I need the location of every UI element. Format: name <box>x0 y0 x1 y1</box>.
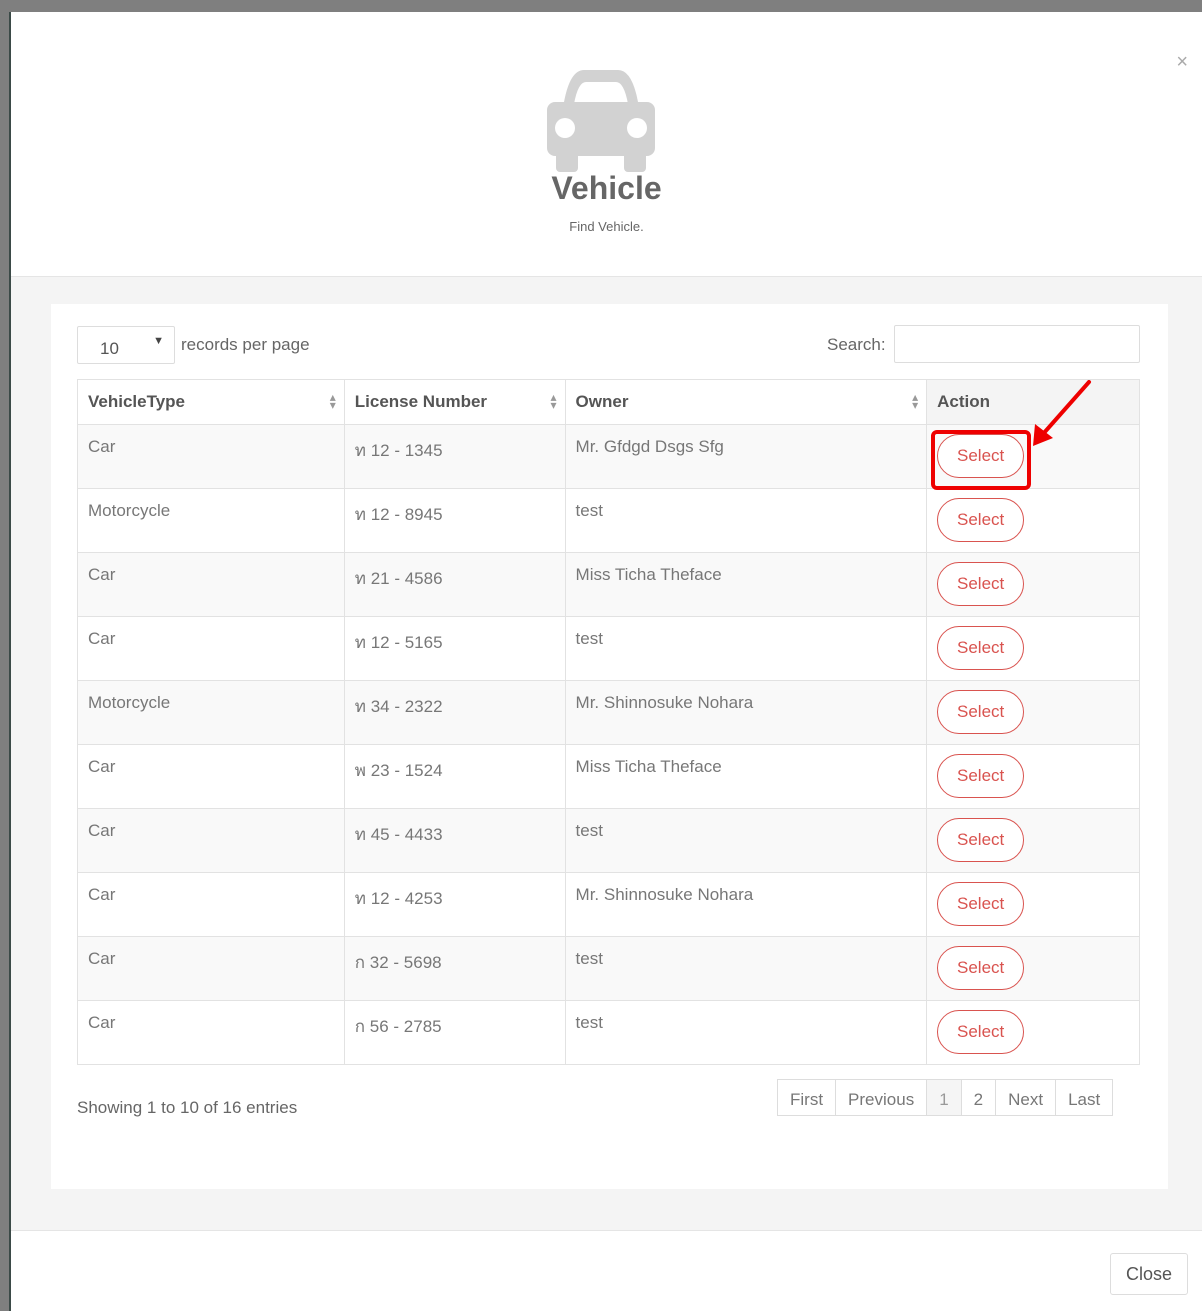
cell-action: Select <box>926 744 1140 809</box>
cell-owner: test <box>564 616 928 681</box>
select-button[interactable]: Select <box>937 882 1025 926</box>
pagination-last[interactable]: Last <box>1055 1079 1114 1116</box>
table-info: Showing 1 to 10 of 16 entries <box>77 1098 298 1117</box>
cell-owner: Mr. Shinnosuke Nohara <box>564 680 928 745</box>
cell-vehicle-type: Car <box>77 616 345 681</box>
cell-vehicle-type: Car <box>77 1000 345 1065</box>
cell-owner: Mr. Shinnosuke Nohara <box>564 872 928 937</box>
cell-action: Select <box>926 808 1140 873</box>
cell-vehicle-type: Car <box>77 936 345 1001</box>
table-row: Car ก 56 - 2785 test Select <box>77 1000 1140 1065</box>
modal-body: 10 ▼ records per page Search: VehicleTyp… <box>11 277 1202 1230</box>
cell-action: Select <box>926 552 1140 617</box>
cell-license-number: ท 21 - 4586 <box>343 552 566 617</box>
cell-action: Select <box>926 616 1140 681</box>
modal-footer: Close <box>11 1230 1202 1311</box>
column-header-vehicle-type[interactable]: VehicleType ▴ ▾ <box>77 379 345 425</box>
table-row: Car พ 23 - 1524 Miss Ticha Theface Selec… <box>77 744 1140 809</box>
pagination-first[interactable]: First <box>777 1079 837 1116</box>
select-button[interactable]: Select <box>937 1010 1025 1054</box>
cell-vehicle-type: Car <box>77 424 345 489</box>
cell-license-number: ท 12 - 1345 <box>343 424 566 489</box>
select-button[interactable]: Select <box>937 754 1025 798</box>
close-button[interactable]: Close <box>1110 1253 1188 1295</box>
cell-license-number: ท 12 - 5165 <box>343 616 566 681</box>
cell-vehicle-type: Motorcycle <box>77 488 345 553</box>
select-button[interactable]: Select <box>937 562 1025 606</box>
cell-license-number: ก 56 - 2785 <box>343 1000 566 1065</box>
cell-license-number: ท 34 - 2322 <box>343 680 566 745</box>
sort-icon: ▴ ▾ <box>550 390 557 412</box>
select-button[interactable]: Select <box>937 690 1025 734</box>
cell-license-number: ท 12 - 4253 <box>343 872 566 937</box>
cell-owner: Miss Ticha Theface <box>564 744 928 809</box>
pagination: First Previous 1 2 Next Last <box>777 1079 1114 1116</box>
table-row: Car ท 12 - 5165 test Select <box>77 616 1140 681</box>
sort-icon: ▴ ▾ <box>329 390 336 412</box>
pagination-previous[interactable]: Previous <box>835 1079 928 1116</box>
table-row: Car ท 21 - 4586 Miss Ticha Theface Selec… <box>77 552 1140 617</box>
cell-owner: Miss Ticha Theface <box>564 552 928 617</box>
select-button[interactable]: Select <box>937 946 1025 990</box>
search-label: Search: <box>827 335 886 354</box>
table-row: Motorcycle ท 34 - 2322 Mr. Shinnosuke No… <box>77 680 1140 745</box>
select-button[interactable]: Select <box>937 626 1025 670</box>
page-length-value: 10 <box>100 339 119 358</box>
car-icon <box>547 70 655 172</box>
table-row: Motorcycle ท 12 - 8945 test Select <box>77 488 1140 553</box>
cell-vehicle-type: Car <box>77 552 345 617</box>
cell-vehicle-type: Car <box>77 808 345 873</box>
table-header-row: VehicleType ▴ ▾ License Number ▴ ▾ Owner ▴… <box>77 379 1140 425</box>
dropdown-arrow-icon: ▼ <box>153 335 164 347</box>
cell-license-number: ท 12 - 8945 <box>343 488 566 553</box>
cell-action: Select <box>926 872 1140 937</box>
modal-header: Vehicle Find Vehicle. <box>11 12 1202 277</box>
pagination-next[interactable]: Next <box>995 1079 1057 1116</box>
cell-license-number: ท 45 - 4433 <box>343 808 566 873</box>
table-row: Car ท 12 - 4253 Mr. Shinnosuke Nohara Se… <box>77 872 1140 937</box>
table-row: Car ก 32 - 5698 test Select <box>77 936 1140 1001</box>
cell-vehicle-type: Motorcycle <box>77 680 345 745</box>
cell-action: Select <box>926 680 1140 745</box>
vehicle-modal: × Vehicle Find Vehicle. 10 ▼ records per… <box>9 12 1202 1311</box>
cell-vehicle-type: Car <box>77 872 345 937</box>
cell-license-number: ก 32 - 5698 <box>343 936 566 1001</box>
cell-action: Select <box>926 936 1140 1001</box>
cell-owner: Mr. Gfdgd Dsgs Sfg <box>564 424 928 489</box>
column-header-license-number[interactable]: License Number ▴ ▾ <box>343 379 566 425</box>
cell-action: Select <box>926 488 1140 553</box>
sort-icon: ▴ ▾ <box>912 390 919 412</box>
cell-action: Select <box>926 1000 1140 1065</box>
pagination-page-1[interactable]: 1 <box>926 1079 962 1116</box>
pagination-page-2[interactable]: 2 <box>960 1079 997 1116</box>
search-input[interactable] <box>894 325 1140 363</box>
column-header-owner[interactable]: Owner ▴ ▾ <box>564 379 928 425</box>
modal-subtitle: Find Vehicle. <box>569 219 644 234</box>
cell-owner: test <box>564 936 928 1001</box>
page-length-select[interactable]: 10 ▼ <box>77 326 175 364</box>
select-button[interactable]: Select <box>937 498 1025 542</box>
cell-owner: test <box>564 1000 928 1065</box>
cell-owner: test <box>564 488 928 553</box>
select-button[interactable]: Select <box>937 818 1025 862</box>
cell-license-number: พ 23 - 1524 <box>343 744 566 809</box>
annotation-arrow-icon <box>1033 380 1091 446</box>
modal-title: Vehicle <box>551 170 662 206</box>
page-length-label: records per page <box>181 335 310 354</box>
table-row: Car ท 45 - 4433 test Select <box>77 808 1140 873</box>
cell-vehicle-type: Car <box>77 744 345 809</box>
annotation-highlight-box <box>931 430 1031 490</box>
cell-owner: test <box>564 808 928 873</box>
